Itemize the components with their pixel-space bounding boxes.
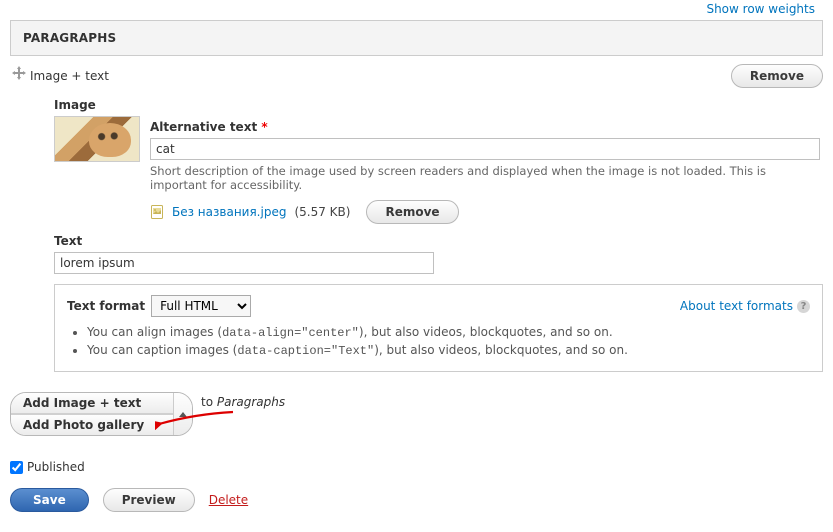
- alt-text-label: Alternative text *: [150, 120, 823, 134]
- paragraph-type-label: Image + text: [28, 69, 109, 83]
- alt-text-input[interactable]: [150, 138, 820, 160]
- drag-handle-icon[interactable]: [10, 64, 28, 80]
- file-name-link[interactable]: Без названия.jpeg: [172, 205, 286, 219]
- alt-text-label-text: Alternative text: [150, 120, 257, 134]
- add-destination-label: to Paragraphs: [201, 392, 285, 409]
- remove-file-button[interactable]: Remove: [366, 200, 458, 224]
- delete-link[interactable]: Delete: [209, 493, 248, 507]
- paragraphs-section-header: PARAGRAPHS: [10, 20, 823, 56]
- preview-button[interactable]: Preview: [103, 488, 195, 512]
- published-label: Published: [27, 460, 85, 474]
- show-row-weights-link[interactable]: Show row weights: [706, 2, 815, 16]
- remove-paragraph-button[interactable]: Remove: [731, 64, 823, 88]
- save-button[interactable]: Save: [10, 488, 89, 512]
- published-checkbox[interactable]: [10, 461, 23, 474]
- add-dropdown-toggle[interactable]: [173, 393, 192, 435]
- format-tip: You can caption images (data-caption="Te…: [87, 343, 810, 358]
- text-format-box: Text format Full HTML About text formats…: [54, 284, 823, 372]
- image-field-label: Image: [54, 98, 823, 112]
- text-format-select[interactable]: Full HTML: [151, 295, 251, 317]
- text-field-input[interactable]: [54, 252, 434, 274]
- add-photo-gallery-button[interactable]: Add Photo gallery: [11, 414, 173, 435]
- format-tip: You can align images (data-align="center…: [87, 325, 810, 340]
- required-marker: *: [261, 120, 267, 134]
- alt-text-description: Short description of the image used by s…: [150, 164, 823, 192]
- file-icon: [150, 205, 164, 219]
- chevron-up-icon: [179, 412, 187, 417]
- about-text-formats-link[interactable]: About text formats: [680, 299, 793, 313]
- file-size-text: (5.57 KB): [294, 205, 350, 219]
- text-field-label: Text: [54, 234, 823, 248]
- format-tips-list: You can align images (data-align="center…: [67, 325, 810, 358]
- help-icon[interactable]: ?: [797, 300, 810, 313]
- add-image-text-button[interactable]: Add Image + text: [11, 393, 173, 414]
- add-paragraph-dropdown[interactable]: Add Image + text Add Photo gallery: [10, 392, 193, 436]
- paragraph-row: Image + text Remove Image Alternative te…: [10, 56, 823, 372]
- image-thumbnail: [54, 116, 140, 162]
- text-format-label: Text format: [67, 299, 145, 313]
